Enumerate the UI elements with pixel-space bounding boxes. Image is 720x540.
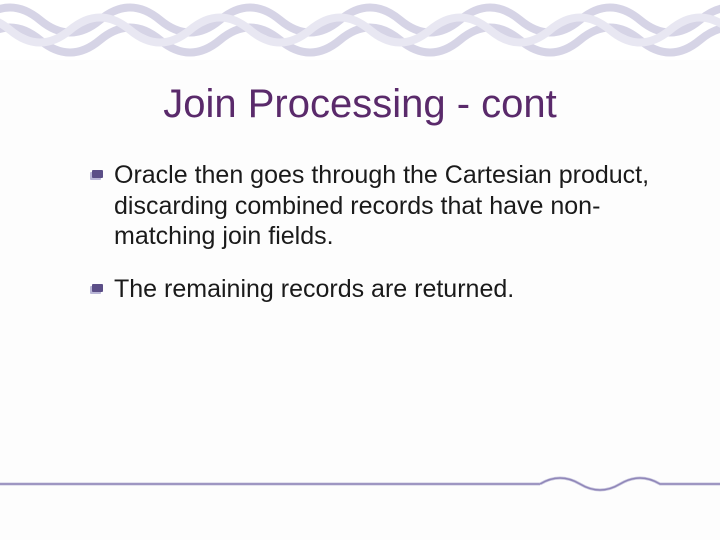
slide: Join Processing - cont Oracle then goes …	[0, 0, 720, 540]
list-item: Oracle then goes through the Cartesian p…	[90, 160, 650, 252]
list-item: The remaining records are returned.	[90, 274, 650, 305]
bullet-text: Oracle then goes through the Cartesian p…	[114, 160, 650, 252]
underline-swirl-icon	[0, 474, 720, 492]
bullet-icon	[90, 169, 104, 187]
bullet-text: The remaining records are returned.	[114, 274, 514, 305]
swirl-pattern-icon	[0, 0, 720, 60]
top-decorative-band	[0, 0, 720, 60]
bottom-decorative-line	[0, 474, 720, 492]
bullet-icon	[90, 283, 104, 301]
slide-title: Join Processing - cont	[0, 82, 720, 127]
slide-body: Oracle then goes through the Cartesian p…	[90, 160, 650, 326]
